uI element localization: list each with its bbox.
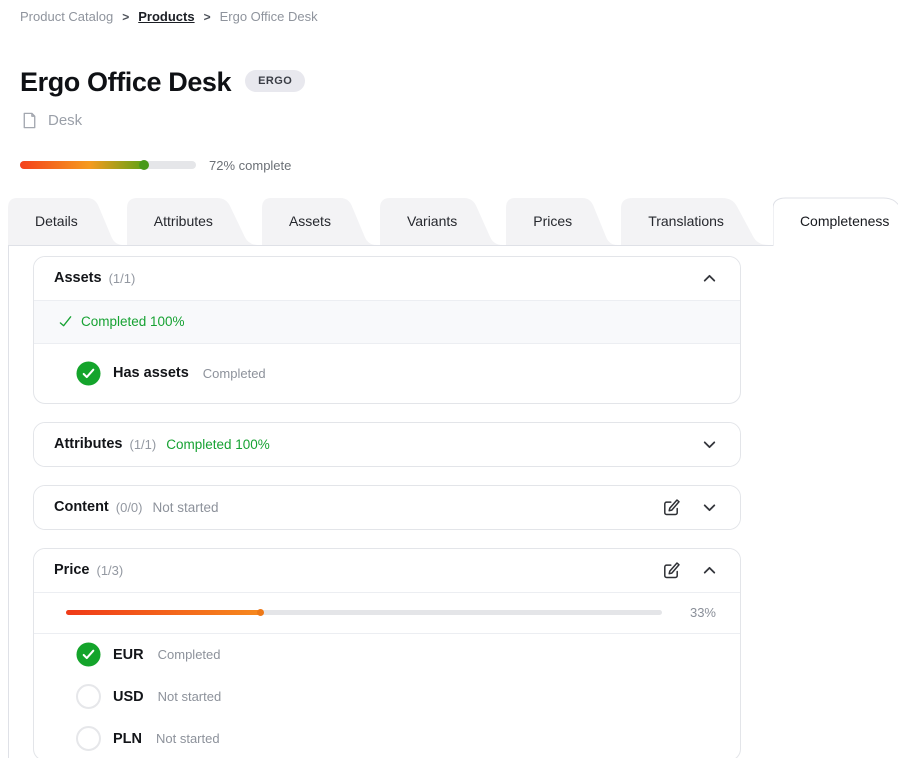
page-header: Ergo Office Desk ERGO [20, 68, 878, 98]
price-progress-row: 33% [34, 592, 740, 634]
section-count: (1/3) [96, 563, 123, 578]
item-name: PLN [113, 731, 142, 747]
item-name: EUR [113, 647, 144, 663]
edit-button[interactable] [659, 558, 683, 582]
expand-button[interactable] [699, 497, 720, 518]
completeness-panel: Assets (1/1) Completed 100% Has assets C… [8, 245, 898, 758]
overall-progress-fill [20, 161, 147, 169]
price-progress-fill [66, 610, 263, 615]
empty-circle-icon [76, 726, 101, 751]
check-icon [58, 314, 73, 329]
price-item-row-usd: USD Not started [34, 676, 740, 718]
section-count: (1/1) [109, 271, 136, 286]
tab-variants[interactable]: Variants [380, 197, 505, 245]
price-item-row-pln: PLN Not started [34, 718, 740, 758]
price-progress-label: 33% [676, 605, 716, 620]
breadcrumb-item-current: Ergo Office Desk [220, 9, 318, 24]
section-count: (0/0) [116, 500, 143, 515]
tab-bar: Details Attributes Assets Variants Price… [0, 197, 898, 245]
check-circle-icon [76, 361, 101, 386]
collapse-button[interactable] [699, 560, 720, 581]
assets-item-row: Has assets Completed [34, 344, 740, 403]
tab-label: Assets [289, 213, 331, 229]
section-count: (1/1) [129, 437, 156, 452]
tab-label: Completeness [800, 213, 890, 229]
section-title: Price [54, 562, 89, 578]
item-status: Completed [158, 647, 221, 662]
tab-translations[interactable]: Translations [621, 197, 772, 245]
expand-button[interactable] [699, 434, 720, 455]
chevron-up-icon [701, 562, 718, 579]
tab-assets[interactable]: Assets [262, 197, 379, 245]
chevron-down-icon [701, 436, 718, 453]
price-section-header[interactable]: Price (1/3) [34, 549, 740, 592]
section-title: Assets [54, 270, 102, 286]
tab-attributes[interactable]: Attributes [127, 197, 261, 245]
section-title: Content [54, 499, 109, 515]
overall-progress-label: 72% complete [209, 158, 291, 173]
item-status: Completed [203, 366, 266, 381]
attributes-section-card: Attributes (1/1) Completed 100% [33, 422, 741, 467]
item-name: USD [113, 689, 144, 705]
page-title: Ergo Office Desk [20, 68, 231, 98]
chevron-down-icon [701, 499, 718, 516]
price-progress-track [66, 610, 662, 615]
template-row: Desk [20, 111, 878, 130]
tab-label: Attributes [154, 213, 213, 229]
item-status: Not started [158, 689, 222, 704]
breadcrumb-item-product-catalog[interactable]: Product Catalog [20, 9, 113, 24]
tab-completeness[interactable]: Completeness [773, 197, 898, 245]
edit-icon [661, 560, 681, 580]
edit-button[interactable] [659, 495, 683, 519]
breadcrumb: Product Catalog > Products > Ergo Office… [0, 0, 898, 24]
sku-badge: ERGO [245, 70, 305, 92]
price-item-row-eur: EUR Completed [34, 634, 740, 676]
tab-label: Prices [533, 213, 572, 229]
breadcrumb-item-products[interactable]: Products [138, 9, 194, 24]
assets-summary-row: Completed 100% [34, 300, 740, 344]
document-icon [20, 111, 39, 130]
collapse-button[interactable] [699, 268, 720, 289]
item-status: Not started [156, 731, 220, 746]
breadcrumb-separator: > [122, 10, 129, 24]
tab-details[interactable]: Details [8, 197, 126, 245]
breadcrumb-separator: > [204, 10, 211, 24]
section-status: Not started [153, 500, 219, 515]
tab-prices[interactable]: Prices [506, 197, 620, 245]
template-label: Desk [48, 112, 82, 129]
assets-section-header[interactable]: Assets (1/1) [34, 257, 740, 300]
tab-label: Details [35, 213, 78, 229]
content-section-header[interactable]: Content (0/0) Not started [34, 486, 740, 529]
section-title: Attributes [54, 436, 122, 452]
section-status: Completed 100% [166, 437, 270, 452]
empty-circle-icon [76, 684, 101, 709]
item-name: Has assets [113, 365, 189, 381]
assets-section-card: Assets (1/1) Completed 100% Has assets C… [33, 256, 741, 404]
attributes-section-header[interactable]: Attributes (1/1) Completed 100% [34, 423, 740, 466]
edit-icon [661, 497, 681, 517]
overall-progress-track [20, 161, 196, 169]
tab-label: Variants [407, 213, 457, 229]
chevron-up-icon [701, 270, 718, 287]
overall-progress: 72% complete [20, 158, 878, 173]
check-circle-icon [76, 642, 101, 667]
tab-label: Translations [648, 213, 724, 229]
price-section-card: Price (1/3) 33% [33, 548, 741, 758]
assets-summary-label: Completed 100% [81, 314, 185, 329]
content-section-card: Content (0/0) Not started [33, 485, 741, 530]
